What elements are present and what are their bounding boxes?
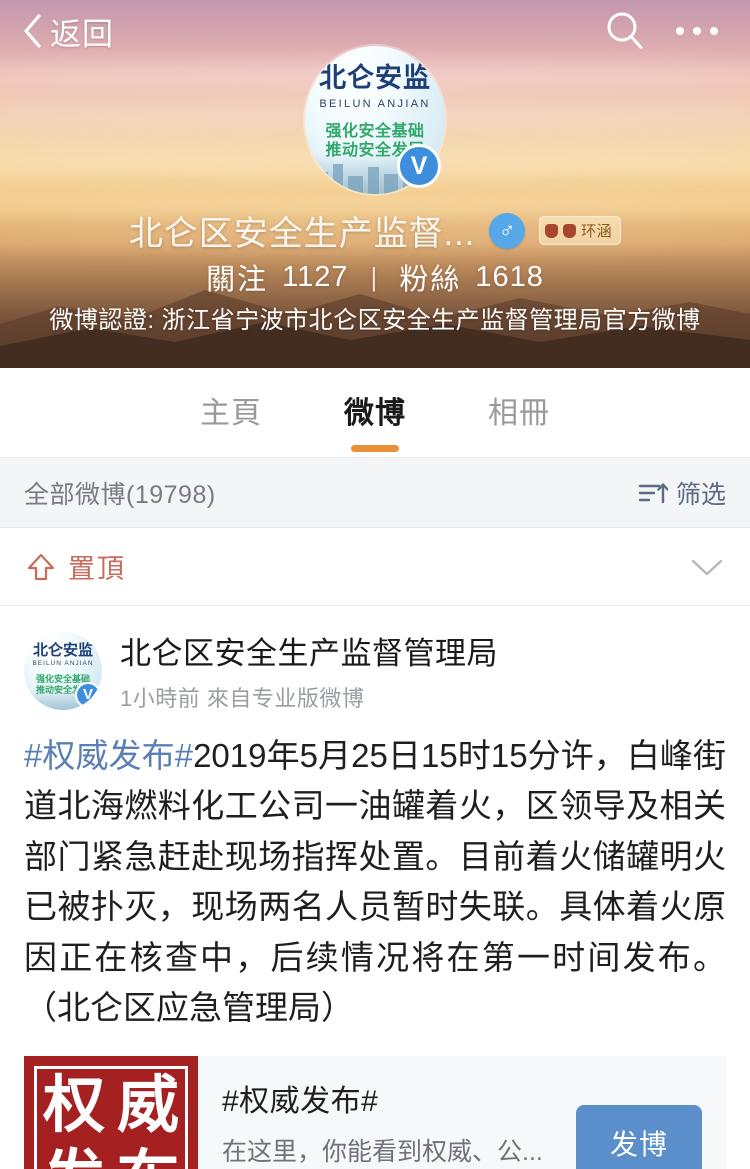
topic-thumbnail: 权 威 发 布 (24, 1055, 198, 1169)
topic-thumb-char: 威 (116, 1070, 179, 1140)
avatar-subtitle: BEILUN ANJIAN (319, 98, 431, 110)
avatar[interactable]: 北仑安监 BEILUN ANJIAN 强化安全基础 推动安全发展 V (305, 46, 445, 194)
topic-thumb-char: 权 (42, 1070, 105, 1140)
weibo-profile-page: 返回 北仑安监 BEILUN ANJIAN 强化安全基础 推动安全发展 V 北仑… (0, 0, 750, 1169)
profile-cover: 返回 北仑安监 BEILUN ANJIAN 强化安全基础 推动安全发展 V 北仑… (0, 0, 750, 368)
post-avatar-title: 北仑安监 (32, 641, 93, 659)
tab-home[interactable]: 主頁 (200, 388, 262, 438)
topic-card[interactable]: 权 威 发 布 #权威发布# 在这里，你能看到权威、公... 156.2万讨论 … (24, 1055, 726, 1169)
page-title: 北仑区安全生产监督... (128, 215, 476, 253)
verification-text: 微博認證: 浙江省宁波市北仑区安全生产监督管理局官方微博 (49, 307, 701, 334)
all-weibo-count-label: 全部微博(19798) (24, 480, 216, 509)
pinned-label: 置頂 (68, 554, 126, 584)
post-text: 2019年5月25日15时15分许，白峰街道北海燃料化工公司一油罐着火，区领导及… (24, 737, 726, 1027)
topic-action: 发博 (575, 1056, 726, 1169)
tab-weibo[interactable]: 微博 (344, 388, 406, 438)
weibo-post: 北仑安监 BEILUN ANJIAN 强化安全基础 推动安全发展 V 北仑区安全… (0, 606, 750, 1169)
topic-description: 在这里，你能看到权威、公... (222, 1137, 543, 1166)
filter-label: 筛选 (675, 480, 726, 509)
tab-album[interactable]: 相冊 (488, 388, 550, 438)
search-icon[interactable] (604, 10, 646, 52)
top-actions (604, 10, 720, 52)
pin-top-icon (27, 553, 55, 580)
top-navigation-bar: 返回 (0, 0, 750, 62)
followers-stat[interactable]: 粉絲 1618 (399, 256, 544, 298)
post-verified-badge-icon: V (75, 681, 101, 708)
following-value: 1127 (282, 260, 349, 293)
filter-sort-icon (638, 482, 668, 503)
post-content: #权威发布#2019年5月25日15时15分许，白峰街道北海燃料化工公司一油罐着… (24, 731, 726, 1034)
filter-button[interactable]: 筛选 (638, 475, 726, 511)
profile-stats: 關注 1127 | 粉絲 1618 (0, 256, 750, 298)
medal-icon (545, 223, 559, 238)
post-author-name[interactable]: 北仑区安全生产监督管理局 (120, 628, 498, 673)
topic-thumb-char: 布 (111, 1143, 185, 1169)
avatar-title: 北仑安监 (319, 63, 431, 93)
medal-icon (563, 223, 577, 238)
post-avatar-subtitle: BEILUN ANJIAN (32, 659, 94, 667)
post-time: 1小時前 (120, 686, 201, 711)
verified-badge-icon[interactable]: V (397, 144, 441, 188)
post-source: 來自专业版微博 (206, 686, 365, 711)
post-header: 北仑安监 BEILUN ANJIAN 强化安全基础 推动安全发展 V 北仑区安全… (24, 628, 726, 713)
publish-weibo-button[interactable]: 发博 (575, 1104, 702, 1169)
followers-value: 1618 (475, 260, 544, 293)
back-label: 返回 (50, 16, 114, 52)
stats-separator: | (370, 261, 378, 292)
post-meta: 北仑区安全生产监督管理局 1小時前 來自专业版微博 (120, 628, 498, 713)
filter-bar: 全部微博(19798) 筛选 (0, 458, 750, 528)
topic-title: #权威发布# (222, 1084, 379, 1118)
back-button[interactable]: 返回 (22, 9, 114, 54)
medal-label: 环涵 (581, 223, 613, 240)
more-dots-icon[interactable] (674, 17, 720, 45)
topic-thumb-char: 发 (37, 1143, 111, 1169)
chevron-down-icon[interactable] (690, 557, 724, 577)
profile-tabs: 主頁 微博 相冊 (0, 368, 750, 458)
chevron-left-icon (24, 14, 41, 48)
post-timestamp-source: 1小時前 來自专业版微博 (120, 681, 498, 713)
post-avatar[interactable]: 北仑安监 BEILUN ANJIAN 强化安全基础 推动安全发展 V (24, 631, 102, 710)
medal-badge[interactable]: 环涵 (539, 216, 622, 245)
followers-label: 粉絲 (399, 264, 462, 296)
topic-info: #权威发布# 在这里，你能看到权威、公... 156.2万讨论 27.9亿阅读 (198, 1056, 576, 1169)
post-hashtag[interactable]: #权威发布# (24, 737, 193, 774)
following-label: 關注 (206, 264, 269, 296)
profile-name-row: 北仑区安全生产监督... ♂ 环涵 (0, 206, 750, 255)
following-stat[interactable]: 關注 1127 (206, 256, 348, 298)
topic-thumbnail-text: 权 威 发 布 (34, 1065, 188, 1169)
avatar-slogan-line1: 强化安全基础 (325, 123, 425, 140)
male-icon: ♂ (489, 212, 526, 249)
pinned-bar: 置頂 (0, 528, 750, 606)
